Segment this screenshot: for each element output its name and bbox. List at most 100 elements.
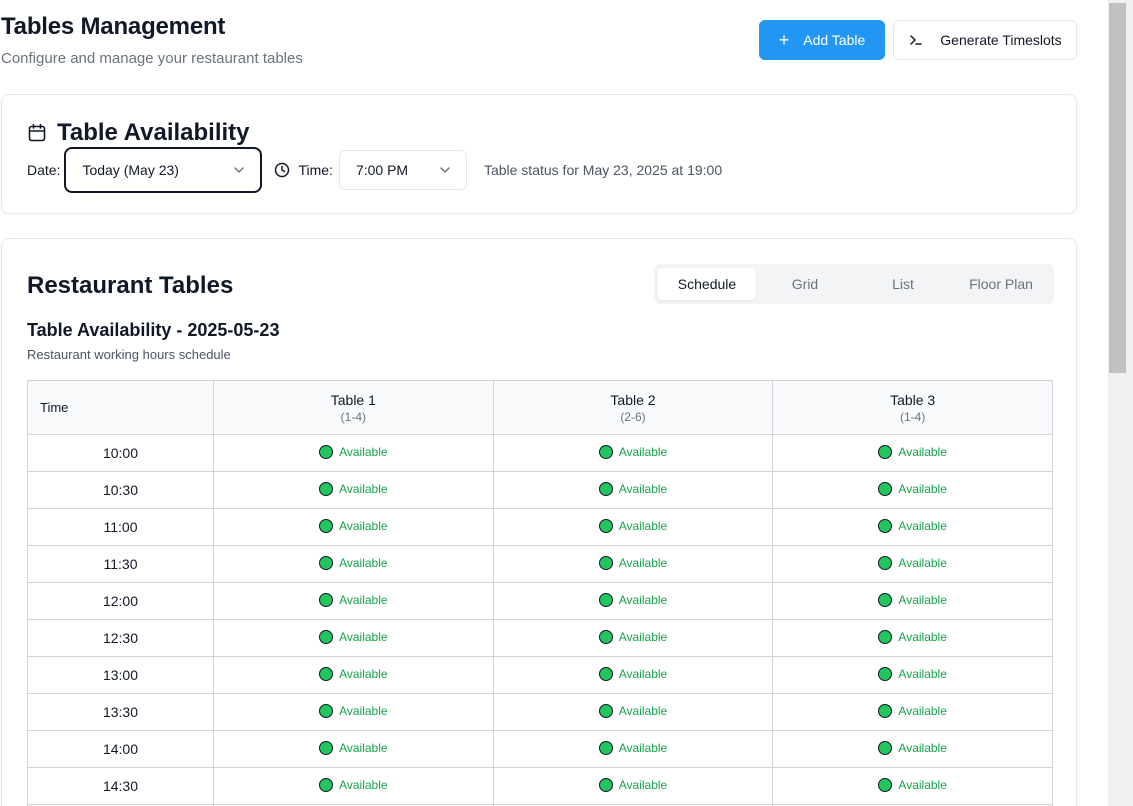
availability-controls: Date: Today (May 23) Time: 7:00 PM Table… <box>27 147 722 193</box>
timeslot-cell[interactable]: Available <box>772 434 1053 472</box>
status-label: Available <box>898 592 947 607</box>
timeslot-cell[interactable]: Available <box>772 582 1053 620</box>
timeslot-cell[interactable]: Available <box>772 767 1053 805</box>
availability-status: Available <box>878 777 947 792</box>
timeslot-cell[interactable]: Available <box>213 656 494 694</box>
status-label: Available <box>618 555 668 570</box>
table-row: 13:00 Available Available Available <box>27 656 1053 694</box>
timeslot-time: 10:00 <box>27 434 214 472</box>
status-label: Available <box>898 666 947 681</box>
availability-status: Available <box>878 518 947 533</box>
status-text: Table status for May 23, 2025 at 19:00 <box>483 162 723 178</box>
status-label: Available <box>618 629 668 644</box>
status-label: Available <box>898 629 947 644</box>
timeslot-cell[interactable]: Available <box>492 619 774 657</box>
status-dot-icon <box>598 777 613 792</box>
timeslot-cell[interactable]: Available <box>492 730 774 768</box>
table-row: 11:30 Available Available Available <box>27 545 1053 583</box>
availability-heading: Table Availability <box>27 119 250 147</box>
tab-list[interactable]: List <box>854 268 952 300</box>
status-dot-icon <box>878 444 893 459</box>
table-column-header: Table 1 (1-4) <box>213 380 494 435</box>
table-row: 14:30 Available Available Available <box>27 767 1053 805</box>
page-content: Tables Management Configure and manage y… <box>0 0 1108 806</box>
timeslot-cell[interactable]: Available <box>213 434 494 472</box>
status-dot-icon <box>319 481 334 496</box>
date-label: Date: <box>27 162 61 178</box>
status-label: Available <box>618 518 668 533</box>
restaurant-tables-card: Restaurant Tables Schedule Grid List Flo… <box>1 238 1077 806</box>
tab-schedule[interactable]: Schedule <box>658 268 756 300</box>
timeslot-cell[interactable]: Available <box>213 582 494 620</box>
timeslot-cell[interactable]: Available <box>772 693 1053 731</box>
timeslot-cell[interactable]: Available <box>492 434 774 472</box>
timeslot-cell[interactable]: Available <box>213 545 494 583</box>
table-row: 13:30 Available Available Available <box>27 693 1053 731</box>
status-label: Available <box>339 777 388 792</box>
availability-status: Available <box>598 592 668 607</box>
status-dot-icon <box>878 629 893 644</box>
timeslot-time: 11:30 <box>27 545 214 583</box>
date-select[interactable]: Today (May 23) <box>64 147 263 193</box>
timeslot-cell[interactable]: Available <box>213 767 494 805</box>
add-table-label: Add Table <box>803 32 866 48</box>
timeslot-cell[interactable]: Available <box>772 656 1053 694</box>
scrollbar-thumb[interactable] <box>1109 3 1126 373</box>
timeslot-cell[interactable]: Available <box>213 508 494 546</box>
status-label: Available <box>618 592 668 607</box>
timeslot-cell[interactable]: Available <box>492 582 774 620</box>
status-dot-icon <box>878 555 893 570</box>
availability-status: Available <box>319 518 388 533</box>
view-tabs: Schedule Grid List Floor Plan <box>654 264 1054 304</box>
timeslot-cell[interactable]: Available <box>492 656 774 694</box>
add-table-button[interactable]: + Add Table <box>759 20 885 60</box>
status-dot-icon <box>598 444 613 459</box>
table-row: 10:30 Available Available Available <box>27 471 1053 509</box>
timeslot-cell[interactable]: Available <box>772 471 1053 509</box>
status-dot-icon <box>319 592 334 607</box>
date-value: Today (May 23) <box>82 162 179 178</box>
table-row: 14:00 Available Available Available <box>27 730 1053 768</box>
status-dot-icon <box>878 666 893 681</box>
timeslot-cell[interactable]: Available <box>772 730 1053 768</box>
table-column-header: Table 2 (2-6) <box>492 380 774 435</box>
status-label: Available <box>898 703 947 718</box>
status-dot-icon <box>598 555 613 570</box>
status-dot-icon <box>319 703 334 718</box>
availability-status: Available <box>319 555 388 570</box>
status-label: Available <box>339 444 388 459</box>
timeslot-time: 11:00 <box>27 508 214 546</box>
timeslot-cell[interactable]: Available <box>492 545 774 583</box>
tab-grid[interactable]: Grid <box>756 268 854 300</box>
timeslot-cell[interactable]: Available <box>492 471 774 509</box>
tab-floor-plan[interactable]: Floor Plan <box>952 268 1050 300</box>
time-select[interactable]: 7:00 PM <box>338 150 467 190</box>
availability-status: Available <box>598 777 667 792</box>
timeslot-cell[interactable]: Available <box>772 545 1053 583</box>
timeslot-cell[interactable]: Available <box>213 471 494 509</box>
timeslot-cell[interactable]: Available <box>213 730 494 768</box>
status-dot-icon <box>878 740 893 755</box>
timeslot-cell[interactable]: Available <box>213 619 494 657</box>
status-dot-icon <box>319 444 334 459</box>
chevron-down-icon <box>234 167 245 173</box>
restaurant-tables-title: Restaurant Tables <box>27 272 234 299</box>
availability-status: Available <box>598 629 668 644</box>
table-capacity: (2-6) <box>620 409 646 424</box>
availability-status: Available <box>598 703 667 718</box>
timeslot-cell[interactable]: Available <box>213 693 494 731</box>
availability-status: Available <box>319 444 388 459</box>
timeslot-cell[interactable]: Available <box>772 508 1053 546</box>
generate-timeslots-button[interactable]: Generate Timeslots <box>893 20 1077 60</box>
table-capacity: (1-4) <box>340 409 366 424</box>
timeslot-cell[interactable]: Available <box>772 619 1053 657</box>
status-label: Available <box>898 444 947 459</box>
availability-status: Available <box>319 629 388 644</box>
timeslot-cell[interactable]: Available <box>492 767 774 805</box>
schedule-body: 10:00 Available Available Available 10:30 Ava… <box>27 434 1053 806</box>
timeslot-cell[interactable]: Available <box>492 508 774 546</box>
availability-status: Available <box>598 444 667 459</box>
availability-card: Table Availability Date: Today (May 23) … <box>1 94 1077 214</box>
status-dot-icon <box>319 629 334 644</box>
timeslot-cell[interactable]: Available <box>492 693 774 731</box>
